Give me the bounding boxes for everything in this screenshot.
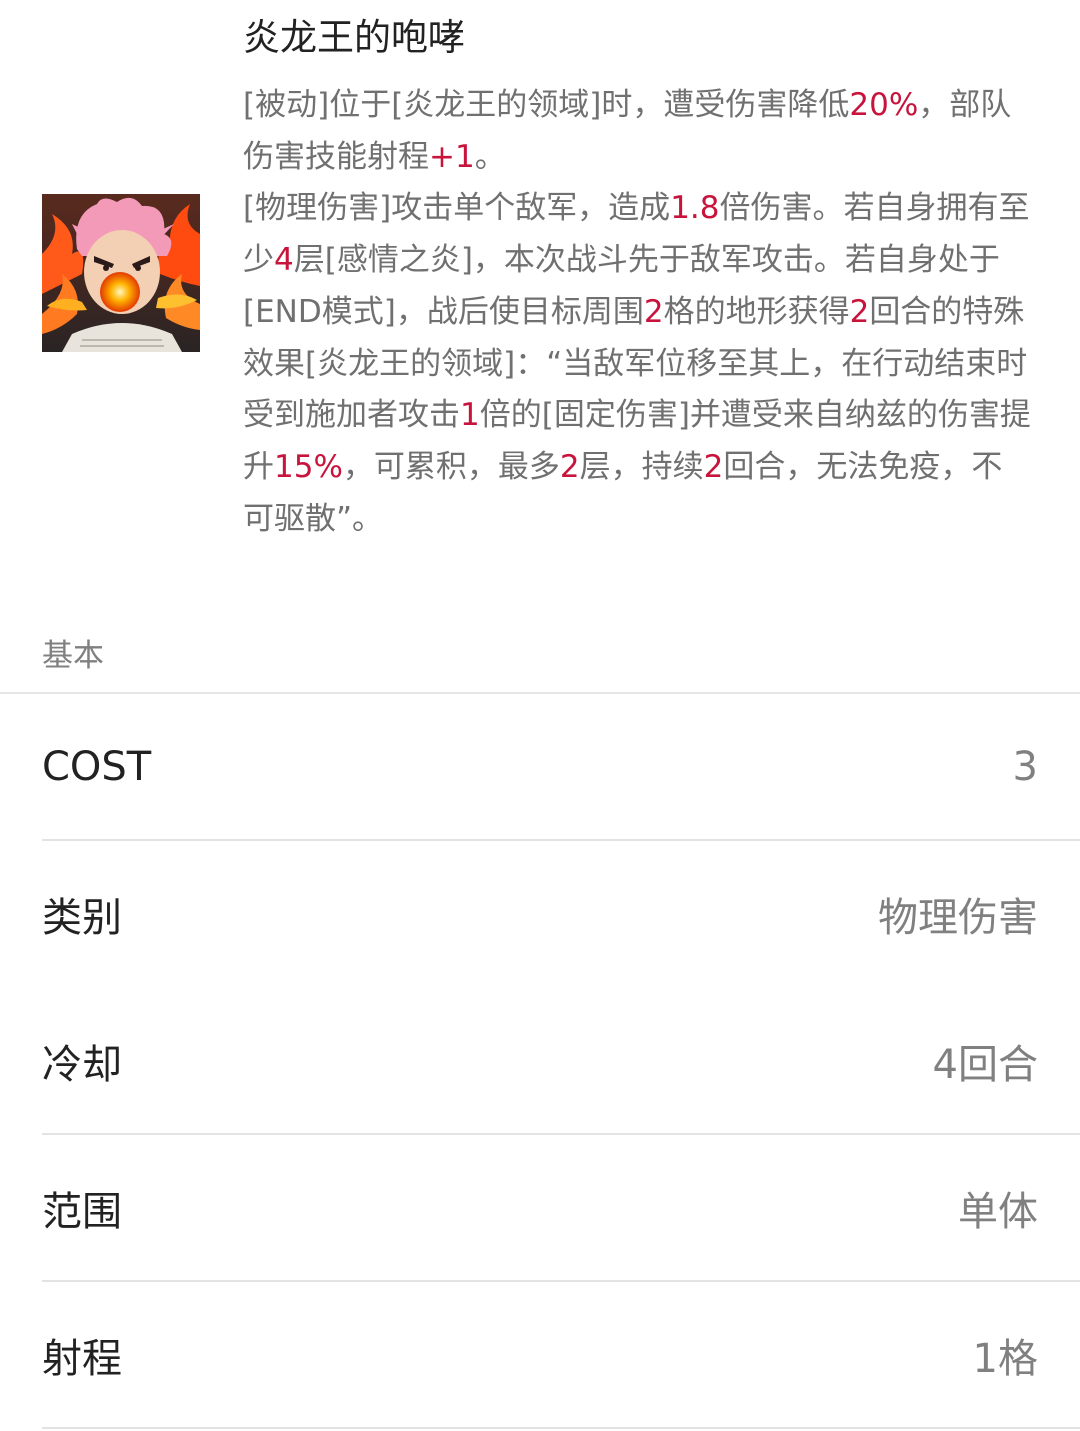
skill-passive-text: [被动]位于[炎龙王的领域]时，遭受伤害降低20%，部队伤害技能射程+1。	[243, 80, 1033, 183]
description-text: [物理伤害]攻击单个敌军，造成	[243, 190, 671, 227]
description-text: 。	[474, 138, 506, 175]
section-label-basic: 基本	[42, 638, 104, 674]
attr-value: 物理伤害	[878, 895, 1038, 941]
attr-row-reach: 射程 1格	[42, 1282, 1038, 1428]
description-text: [被动]位于[炎龙王的领域]时，遭受伤害降低	[243, 87, 850, 123]
skill-portrait-icon	[42, 194, 200, 352]
highlight-value: 2	[849, 293, 870, 330]
attr-label: 冷却	[42, 1042, 122, 1088]
highlight-value: 20%	[849, 87, 919, 123]
attr-value: 3	[1012, 744, 1038, 790]
highlight-value: 4	[274, 242, 294, 279]
description-text: ，可累积，最多	[342, 448, 560, 485]
highlight-value: 1.8	[670, 190, 720, 227]
attr-label: 射程	[42, 1336, 122, 1382]
highlight-value: 2	[703, 448, 724, 485]
skill-description: [被动]位于[炎龙王的领域]时，遭受伤害降低20%，部队伤害技能射程+1。 [物…	[243, 80, 1033, 545]
skill-title: 炎龙王的咆哮	[243, 16, 465, 59]
attr-value: 4回合	[932, 1042, 1038, 1088]
attr-row-range: 范围 单体	[42, 1135, 1038, 1281]
attr-label: 范围	[42, 1189, 122, 1235]
attr-value: 单体	[958, 1189, 1038, 1235]
attr-label: 类别	[42, 895, 122, 941]
skill-active-text: [物理伤害]攻击单个敌军，造成1.8倍伤害。若自身拥有至少4层[感情之炎]，本次…	[243, 183, 1033, 545]
attr-row-cost: COST 3	[42, 694, 1038, 840]
attr-row-category: 类别 物理伤害	[42, 841, 1038, 987]
highlight-value: 1	[460, 397, 480, 434]
highlight-value: 2	[559, 448, 580, 485]
attr-row-cooldown: 冷却 4回合	[42, 988, 1038, 1134]
highlight-value: 2	[643, 293, 664, 330]
highlight-value: 15%	[274, 448, 343, 485]
row-divider	[42, 1427, 1080, 1429]
attr-value: 1格	[972, 1336, 1038, 1382]
description-text: 格的地形获得	[663, 293, 850, 330]
skill-card: 炎龙王的咆哮 [被动]位于[炎龙王的领域]时，遭受伤害降低20%，部队伤害技能射…	[0, 0, 1080, 600]
highlight-value: +1	[429, 138, 475, 175]
description-text: 层，持续	[579, 448, 704, 485]
attr-label: COST	[42, 744, 152, 790]
